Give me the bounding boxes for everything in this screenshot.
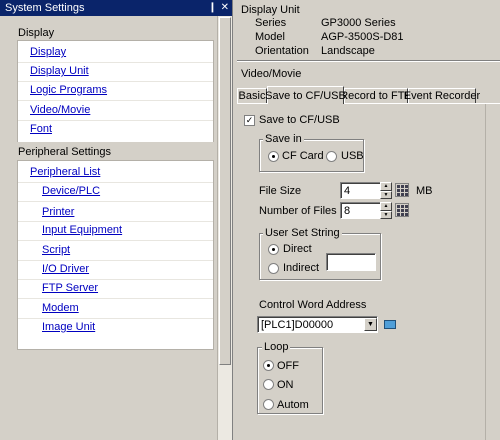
chevron-down-icon[interactable]: ▼ [364,318,377,331]
save-in-title: Save in [263,133,304,145]
file-size-input[interactable]: 4 [340,182,382,199]
user-set-string-title: User Set String [263,227,342,239]
save-to-cf-usb-label: Save to CF/USB [259,114,340,126]
tree-item-display-unit[interactable]: Display Unit [30,65,89,77]
loop-off-label: OFF [277,360,299,372]
tree-item-script[interactable]: Script [42,244,70,256]
tab-event-recorder[interactable]: Event Recorder [404,88,480,103]
content-scrollbar[interactable] [485,104,500,440]
control-word-address-combo[interactable]: [PLC1]D00000 [257,316,378,333]
settings-tree: Display Display Display Unit Logic Progr… [0,16,217,440]
direct-label: Direct [283,243,312,255]
close-icon[interactable]: ✕ [221,0,229,16]
usb-label: USB [341,150,364,162]
number-of-files-label: Number of Files [259,205,337,217]
tree-item-logic-programs[interactable]: Logic Programs [30,84,107,96]
direct-radio[interactable] [268,244,279,255]
tree-item-font[interactable]: Font [30,123,52,135]
tree-item-device-plc[interactable]: Device/PLC [42,185,100,197]
number-of-files-input[interactable]: 8 [340,202,382,219]
indirect-address-input[interactable] [326,253,376,271]
loop-autom-label: Autom [277,399,309,411]
file-size-stepper[interactable]: ▲ ▼ [380,182,392,199]
loop-title: Loop [262,341,291,353]
file-size-label: File Size [259,185,302,197]
file-size-keypad-icon[interactable] [395,183,409,197]
orientation-value: Landscape [321,45,375,57]
pin-icon[interactable]: ❙ [208,0,216,16]
tab-record-to-ftp[interactable]: Record to FTP [340,88,412,103]
group-peripheral-items: Peripheral List Device/PLC Printer Input… [17,160,214,350]
model-label: Model [255,31,285,43]
tree-scrollbar-thumb[interactable] [219,17,231,365]
tree-item-display[interactable]: Display [30,46,66,58]
indirect-radio[interactable] [268,263,279,274]
loop-on-label: ON [277,379,294,391]
tree-item-io-driver[interactable]: I/O Driver [42,263,89,275]
indirect-label: Indirect [283,262,320,274]
loop-on-radio[interactable] [263,379,274,390]
loop-autom-radio[interactable] [263,399,274,410]
tree-item-video-movie[interactable]: Video/Movie [30,104,90,116]
cf-card-radio[interactable] [268,151,279,162]
usb-radio[interactable] [326,151,337,162]
system-settings-panel: System Settings ❙ ✕ Display Display Disp… [0,0,232,440]
number-of-files-stepper[interactable]: ▲ ▼ [380,202,392,219]
series-value: GP3000 Series [321,17,396,29]
tree-item-modem[interactable]: Modem [42,302,79,314]
cf-card-label: CF Card [282,150,324,162]
panel-title: System Settings [5,2,85,14]
display-unit-title: Display Unit [241,4,300,16]
tree-item-image-unit[interactable]: Image Unit [42,321,95,333]
file-size-unit: MB [416,185,433,197]
tree-item-printer[interactable]: Printer [42,206,74,218]
tab-basic[interactable]: Basic [237,88,267,103]
save-to-cf-usb-checkbox[interactable]: ✓ [244,115,255,126]
number-of-files-keypad-icon[interactable] [395,203,409,217]
system-settings-titlebar: System Settings ❙ ✕ [0,0,232,16]
tree-item-input-equipment[interactable]: Input Equipment [42,224,122,236]
loop-off-radio[interactable] [263,360,274,371]
tab-save-to-cf-usb[interactable]: Save to CF/USB [265,86,346,104]
model-value: AGP-3500S-D81 [321,31,404,43]
panel-splitter[interactable] [232,0,236,440]
video-movie-title: Video/Movie [241,68,302,80]
control-word-address-label: Control Word Address [259,299,367,311]
orientation-label: Orientation [255,45,309,57]
address-input-icon[interactable] [382,316,398,332]
group-header-peripheral[interactable]: Peripheral Settings [0,142,217,162]
tree-scrollbar[interactable] [217,16,232,440]
tree-item-ftp-server[interactable]: FTP Server [42,282,98,294]
tree-item-peripheral-list[interactable]: Peripheral List [30,166,100,178]
series-label: Series [255,17,287,29]
